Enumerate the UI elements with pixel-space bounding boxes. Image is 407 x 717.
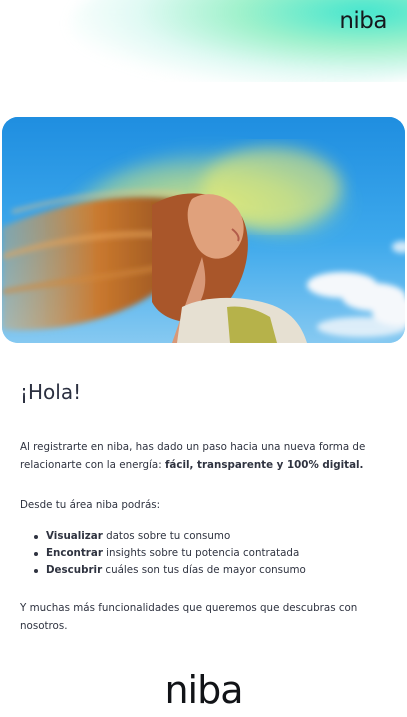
email-header: niba <box>0 0 407 82</box>
feature-text: cuáles son tus días de mayor consumo <box>102 564 306 576</box>
feature-text: datos sobre tu consumo <box>102 530 231 542</box>
feature-bold: Visualizar <box>46 530 103 542</box>
hero-photo-woman-hair-wind <box>2 117 405 343</box>
list-item: Encontrar insights sobre tu potencia con… <box>34 545 390 562</box>
feature-bold: Descubrir <box>46 564 103 576</box>
closing-paragraph: Y muchas más funcionalidades que queremo… <box>20 602 358 632</box>
features-list: Visualizar datos sobre tu consumo Encont… <box>34 528 390 579</box>
niba-logo[interactable]: niba <box>339 8 387 34</box>
niba-footer-logo[interactable]: niba <box>0 668 407 712</box>
list-item: Visualizar datos sobre tu consumo <box>34 528 390 545</box>
feature-bold: Encontrar <box>46 547 103 559</box>
intro-paragraph: Al registrarte en niba, has dado un paso… <box>20 438 390 474</box>
intro-bold-text: fácil, transparente y 100% digital. <box>164 459 364 471</box>
hero-image <box>2 117 405 343</box>
email-body: niba ¡Hola! Al registrarte en niba, has … <box>0 0 407 717</box>
list-item: Descubrir cuáles son tus días de mayor c… <box>34 562 390 579</box>
greeting-heading: ¡Hola! <box>20 380 82 404</box>
feature-text: insights sobre tu potencia contratada <box>102 547 300 559</box>
email-content: ¡Hola! Al registrarte en niba, has dado … <box>20 380 390 635</box>
area-intro-paragraph: Desde tu área niba podrás: <box>20 499 161 511</box>
